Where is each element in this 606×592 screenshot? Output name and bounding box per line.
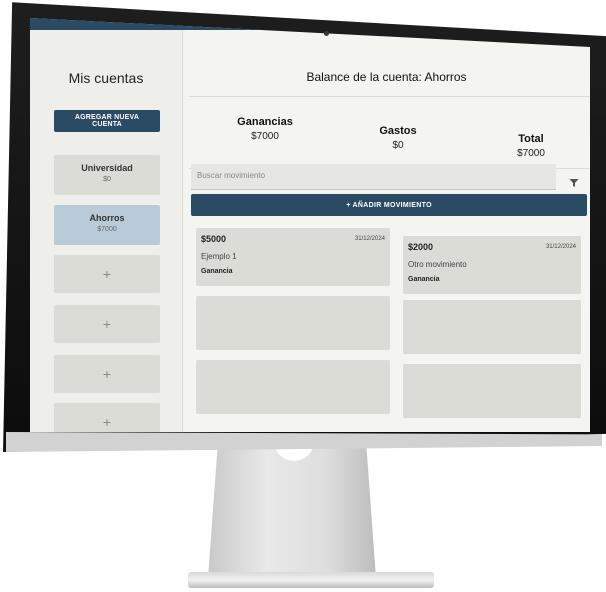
monitor-chin — [6, 432, 602, 452]
movement-amount: $2000 — [408, 242, 434, 252]
account-name: Universidad — [81, 163, 133, 173]
stat-label: Ganancias — [237, 116, 293, 128]
movement-card[interactable]: $5000 31/12/2024 Ejemplo 1 Ganancia — [196, 228, 390, 286]
account-card-ahorros[interactable]: Ahorros $7000 — [54, 205, 160, 245]
plus-icon: + — [102, 316, 112, 332]
empty-movement-slot — [403, 300, 581, 354]
app-screen: Mis cuentas AGREGAR NUEVA CUENTA Univers… — [30, 18, 590, 432]
account-card-universidad[interactable]: Universidad $0 — [54, 155, 160, 195]
monitor-stand-base — [188, 572, 434, 588]
page-title: Balance de la cuenta: Ahorros — [306, 70, 467, 84]
balance-panel: Balance de la cuenta: Ahorros Ganancias … — [183, 30, 590, 432]
movement-date: 31/12/2024 — [354, 236, 385, 242]
stat-value: $7000 — [251, 131, 279, 142]
empty-account-slot[interactable]: + — [54, 355, 160, 393]
movement-description: Ejemplo 1 — [201, 252, 237, 261]
plus-icon: + — [102, 366, 112, 382]
empty-account-slot[interactable]: + — [54, 403, 160, 432]
stat-total: Total $7000 — [491, 133, 571, 159]
movement-amount: $5000 — [201, 234, 227, 244]
sidebar-title: Mis cuentas — [68, 70, 144, 86]
stat-gastos: Gastos $0 — [358, 125, 438, 151]
stat-value: $7000 — [517, 148, 545, 159]
account-name: Ahorros — [89, 213, 125, 223]
movement-date: 31/12/2024 — [545, 244, 576, 250]
search-input[interactable]: Buscar movimiento — [191, 164, 556, 190]
stat-ganancias: Ganancias $7000 — [225, 116, 305, 142]
add-movement-button[interactable]: + AÑADIR MOVIMIENTO — [191, 194, 587, 216]
account-amount: $0 — [103, 176, 111, 183]
movement-type: Ganancia — [408, 276, 440, 283]
camera-icon — [324, 31, 329, 36]
account-amount: $7000 — [97, 226, 117, 233]
stat-label: Total — [518, 133, 544, 145]
empty-movement-slot — [196, 296, 390, 350]
divider — [189, 96, 590, 97]
empty-account-slot[interactable]: + — [54, 255, 160, 293]
movement-type: Ganancia — [201, 268, 233, 275]
movement-description: Otro movimiento — [408, 260, 467, 269]
empty-account-slot[interactable]: + — [54, 305, 160, 343]
accounts-sidebar: Mis cuentas AGREGAR NUEVA CUENTA Univers… — [30, 30, 183, 432]
stat-value: $0 — [392, 140, 404, 151]
plus-icon: + — [102, 266, 112, 282]
empty-movement-slot — [196, 360, 390, 414]
empty-movement-slot — [403, 364, 581, 418]
stat-label: Gastos — [379, 125, 417, 137]
movement-card[interactable]: $2000 31/12/2024 Otro movimiento Gananci… — [403, 236, 581, 294]
filter-icon[interactable] — [569, 178, 579, 188]
add-account-button[interactable]: AGREGAR NUEVA CUENTA — [54, 110, 160, 132]
plus-icon: + — [102, 414, 112, 430]
